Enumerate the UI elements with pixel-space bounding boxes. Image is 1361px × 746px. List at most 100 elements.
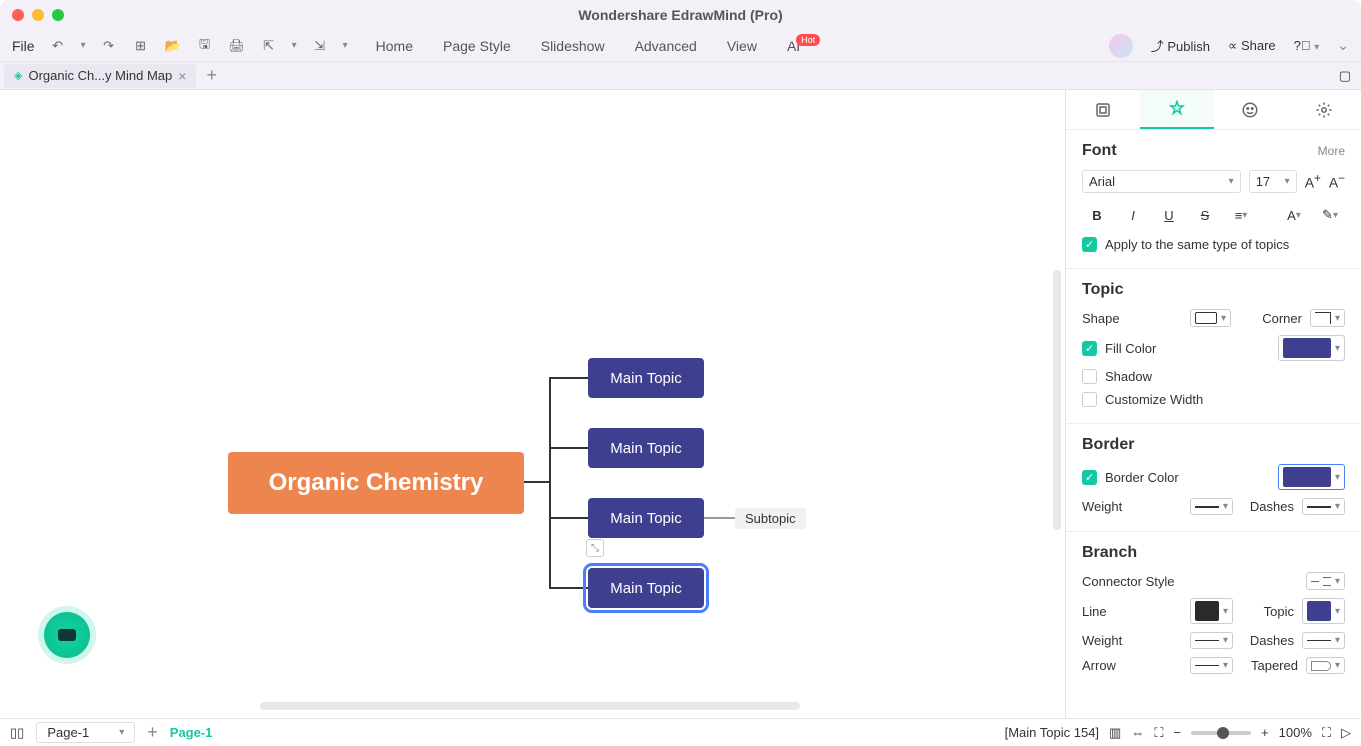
window-close[interactable] bbox=[12, 9, 24, 21]
menu-advanced[interactable]: Advanced bbox=[635, 38, 697, 54]
menu-home[interactable]: Home bbox=[376, 38, 413, 54]
export-dropdown[interactable]: ▾ bbox=[292, 40, 297, 51]
menu-slideshow[interactable]: Slideshow bbox=[541, 38, 605, 54]
side-tab-settings[interactable] bbox=[1287, 90, 1361, 129]
highlight-button[interactable]: ✎▾ bbox=[1315, 201, 1345, 229]
undo-icon[interactable]: ↶ bbox=[49, 37, 67, 55]
panel-toggle-icon[interactable]: ▢ bbox=[1339, 68, 1351, 84]
import-dropdown[interactable]: ▾ bbox=[343, 40, 348, 51]
import-icon[interactable]: ⇲ bbox=[311, 37, 329, 55]
side-tab-outline[interactable] bbox=[1066, 90, 1140, 129]
main-topic-1[interactable]: Main Topic bbox=[588, 358, 704, 398]
fill-color-checkbox[interactable] bbox=[1082, 341, 1097, 356]
main-topic-2[interactable]: Main Topic bbox=[588, 428, 704, 468]
font-family-select[interactable]: Arial▾ bbox=[1082, 170, 1241, 193]
publish-button[interactable]: ⤴ Publish bbox=[1151, 36, 1210, 55]
style-panel: Font More Arial▾ 17▾ A+ A− B I U S ≡▾ A▾ bbox=[1065, 90, 1361, 718]
vertical-scrollbar[interactable] bbox=[1053, 270, 1061, 530]
fill-color-picker[interactable]: ▾ bbox=[1278, 335, 1345, 361]
central-topic[interactable]: Organic Chemistry bbox=[228, 452, 524, 514]
zoom-out-icon[interactable]: − bbox=[1173, 725, 1181, 740]
customize-width-label: Customize Width bbox=[1105, 392, 1203, 407]
tab-active[interactable]: ◈ Organic Ch...y Mind Map × bbox=[4, 64, 196, 88]
selection-info: [Main Topic 154] bbox=[1005, 725, 1099, 740]
more-menu[interactable]: ⌄ bbox=[1337, 37, 1349, 54]
tab-close-icon[interactable]: × bbox=[178, 68, 186, 84]
shadow-label: Shadow bbox=[1105, 369, 1152, 384]
customize-width-checkbox[interactable] bbox=[1082, 392, 1097, 407]
branch-topic-color[interactable]: ▾ bbox=[1302, 598, 1345, 624]
page-chip[interactable]: Page-1 bbox=[170, 725, 213, 740]
side-tab-style[interactable] bbox=[1140, 90, 1214, 129]
font-decrease-icon[interactable]: A− bbox=[1329, 172, 1345, 191]
undo-dropdown[interactable]: ▾ bbox=[81, 40, 86, 51]
underline-button[interactable]: U bbox=[1154, 201, 1184, 229]
page-select[interactable]: Page-1▾ bbox=[36, 722, 135, 743]
zoom-slider[interactable] bbox=[1191, 731, 1251, 735]
branch-topic-label: Topic bbox=[1264, 604, 1294, 619]
corner-select[interactable]: ▾ bbox=[1310, 309, 1345, 327]
branch-arrow-select[interactable]: ▾ bbox=[1190, 657, 1233, 674]
branch-weight-select[interactable]: ▾ bbox=[1190, 632, 1233, 649]
branch-tapered-select[interactable]: ▾ bbox=[1306, 657, 1345, 674]
menu-ai[interactable]: AIHot bbox=[787, 38, 824, 54]
font-increase-icon[interactable]: A+ bbox=[1305, 172, 1321, 191]
border-weight-select[interactable]: ▾ bbox=[1190, 498, 1233, 515]
fullscreen-icon[interactable]: ⛶ bbox=[1322, 725, 1331, 741]
ai-assistant-button[interactable] bbox=[44, 612, 90, 658]
open-icon[interactable]: 📂 bbox=[164, 37, 182, 55]
border-color-picker[interactable]: ▾ bbox=[1278, 464, 1345, 490]
outline-toggle-icon[interactable]: ▯▯ bbox=[10, 725, 24, 741]
shape-label: Shape bbox=[1082, 311, 1182, 326]
font-color-button[interactable]: A▾ bbox=[1279, 201, 1309, 229]
canvas[interactable]: Organic Chemistry Main Topic Main Topic … bbox=[0, 90, 1065, 718]
font-heading: Font bbox=[1082, 142, 1117, 160]
user-avatar[interactable] bbox=[1109, 34, 1133, 58]
statusbar: ▯▯ Page-1▾ + Page-1 [Main Topic 154] ▥ ⇔… bbox=[0, 718, 1361, 746]
main-toolbar: File ↶ ▾ ↷ ⊞ 📂 🖫 🖨 ⇱ ▾ ⇲ ▾ Home Page Sty… bbox=[0, 30, 1361, 62]
fill-color-label: Fill Color bbox=[1105, 341, 1270, 356]
horizontal-scrollbar[interactable] bbox=[260, 702, 800, 710]
font-size-select[interactable]: 17▾ bbox=[1249, 170, 1297, 193]
share-button[interactable]: ∝ Share bbox=[1228, 38, 1276, 54]
file-menu[interactable]: File bbox=[12, 38, 35, 54]
menu-view[interactable]: View bbox=[727, 38, 757, 54]
fit-width-icon[interactable]: ⇔ bbox=[1131, 725, 1144, 740]
save-icon[interactable]: 🖫 bbox=[196, 37, 214, 55]
italic-button[interactable]: I bbox=[1118, 201, 1148, 229]
main-topic-3[interactable]: Main Topic bbox=[588, 498, 704, 538]
expand-handle[interactable]: ⤡ bbox=[586, 539, 604, 557]
window-minimize[interactable] bbox=[32, 9, 44, 21]
align-button[interactable]: ≡▾ bbox=[1226, 201, 1256, 229]
present-icon[interactable]: ▷ bbox=[1341, 725, 1351, 741]
export-icon[interactable]: ⇱ bbox=[260, 37, 278, 55]
shadow-checkbox[interactable] bbox=[1082, 369, 1097, 384]
branch-line-color[interactable]: ▾ bbox=[1190, 598, 1233, 624]
border-color-label: Border Color bbox=[1105, 470, 1270, 485]
print-icon[interactable]: 🖨 bbox=[228, 37, 246, 55]
window-maximize[interactable] bbox=[52, 9, 64, 21]
apply-same-checkbox[interactable] bbox=[1082, 237, 1097, 252]
font-more-link[interactable]: More bbox=[1318, 144, 1345, 158]
subtopic[interactable]: Subtopic bbox=[735, 508, 806, 529]
border-color-checkbox[interactable] bbox=[1082, 470, 1097, 485]
fit-page-icon[interactable]: ⛶ bbox=[1154, 725, 1163, 741]
topic-heading: Topic bbox=[1082, 281, 1123, 299]
shape-select[interactable]: ▾ bbox=[1190, 309, 1231, 327]
add-page-button[interactable]: + bbox=[147, 722, 158, 743]
help-button[interactable]: ?⃝ ▾ bbox=[1294, 38, 1320, 53]
tab-add-button[interactable]: + bbox=[206, 65, 217, 86]
branch-dashes-select[interactable]: ▾ bbox=[1302, 632, 1345, 649]
zoom-in-icon[interactable]: + bbox=[1261, 725, 1269, 740]
menu-page-style[interactable]: Page Style bbox=[443, 38, 511, 54]
strikethrough-button[interactable]: S bbox=[1190, 201, 1220, 229]
bold-button[interactable]: B bbox=[1082, 201, 1112, 229]
main-topic-4-selected[interactable]: Main Topic bbox=[588, 568, 704, 608]
connector-select[interactable]: ▾ bbox=[1306, 572, 1345, 590]
border-dashes-select[interactable]: ▾ bbox=[1302, 498, 1345, 515]
branch-line-label: Line bbox=[1082, 604, 1182, 619]
new-icon[interactable]: ⊞ bbox=[132, 37, 150, 55]
layout-icon[interactable]: ▥ bbox=[1109, 725, 1121, 741]
redo-icon[interactable]: ↷ bbox=[100, 37, 118, 55]
side-tab-emoji[interactable] bbox=[1214, 90, 1288, 129]
